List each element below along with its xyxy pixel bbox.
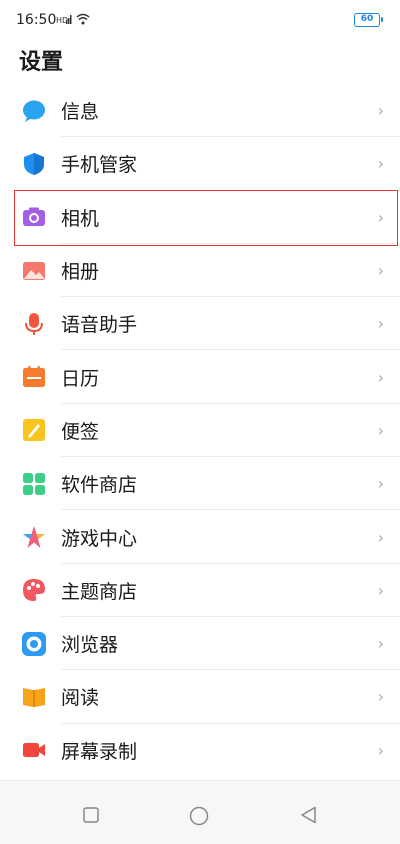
chevron-right-icon: › — [377, 101, 384, 121]
status-bar: 16:50 HD 60 — [0, 0, 400, 38]
chevron-right-icon: › — [377, 474, 384, 494]
settings-item-label: 日历 — [61, 367, 100, 390]
camera-icon — [23, 207, 45, 227]
settings-item-reading[interactable]: 阅读 › — [0, 670, 400, 724]
reading-book-icon — [23, 687, 45, 707]
app-store-icon — [23, 472, 45, 495]
settings-item-camera[interactable]: 相机 › — [0, 191, 400, 244]
theme-palette-icon — [23, 579, 45, 602]
settings-item-voice-assistant[interactable]: 语音助手 › — [0, 297, 400, 351]
chevron-right-icon: › — [377, 367, 384, 387]
chevron-right-icon: › — [377, 687, 384, 707]
sim-signal-icon: HD — [56, 15, 72, 25]
settings-item-phone-manager[interactable]: 手机管家 › — [0, 137, 400, 191]
settings-item-browser[interactable]: 浏览器 › — [0, 617, 400, 671]
chevron-right-icon: › — [377, 580, 384, 600]
page-title: 设置 — [19, 50, 64, 75]
browser-icon — [22, 631, 46, 656]
settings-item-label: 主题商店 — [61, 580, 138, 603]
settings-item-messages[interactable]: 信息 › — [0, 84, 400, 138]
recents-square-icon[interactable] — [83, 807, 99, 823]
calendar-icon — [23, 366, 45, 388]
notes-icon — [23, 419, 45, 442]
navigation-bar — [0, 780, 400, 844]
settings-item-label: 信息 — [61, 101, 100, 124]
settings-item-game-center[interactable]: 游戏中心 › — [0, 510, 400, 564]
chevron-right-icon: › — [377, 207, 384, 227]
settings-item-calendar[interactable]: 日历 › — [0, 350, 400, 404]
settings-item-theme-store[interactable]: 主题商店 › — [0, 564, 400, 617]
settings-item-gallery[interactable]: 相册 › — [0, 244, 400, 298]
status-icons: HD — [56, 13, 90, 25]
settings-item-label: 游戏中心 — [61, 527, 138, 550]
settings-item-screen-record[interactable]: 屏幕录制 › — [0, 724, 400, 777]
chevron-right-icon: › — [377, 261, 384, 281]
settings-item-label: 软件商店 — [61, 474, 138, 497]
settings-item-label: 浏览器 — [61, 634, 119, 657]
settings-item-label: 阅读 — [61, 687, 100, 710]
settings-item-label: 便签 — [61, 420, 100, 443]
status-time: 16:50 — [16, 12, 57, 28]
home-circle-icon[interactable] — [189, 806, 209, 826]
chevron-right-icon: › — [377, 314, 384, 334]
microphone-icon — [25, 312, 43, 335]
settings-item-label: 语音助手 — [61, 314, 138, 337]
message-icon — [23, 100, 45, 122]
back-triangle-icon[interactable] — [300, 806, 318, 824]
settings-item-label: 相机 — [61, 207, 100, 230]
chevron-right-icon: › — [377, 527, 384, 547]
chevron-right-icon: › — [377, 154, 384, 174]
chevron-right-icon: › — [377, 740, 384, 760]
settings-item-notes[interactable]: 便签 › — [0, 404, 400, 458]
gallery-icon — [23, 261, 45, 280]
settings-item-label: 屏幕录制 — [61, 740, 138, 763]
settings-list: 信息 › 手机管家 › 相机 › 相册 › 语音助手 › 日历 › 便签 › 软… — [0, 84, 400, 777]
settings-item-label: 相册 — [61, 261, 100, 284]
wifi-icon — [76, 13, 90, 25]
chevron-right-icon: › — [377, 420, 384, 440]
screen-record-icon — [23, 743, 45, 758]
settings-item-label: 手机管家 — [61, 154, 138, 177]
shield-icon — [24, 152, 44, 175]
chevron-right-icon: › — [377, 634, 384, 654]
battery-icon: 60 — [354, 13, 383, 27]
settings-item-app-store[interactable]: 软件商店 › — [0, 457, 400, 511]
game-center-icon — [23, 526, 45, 549]
